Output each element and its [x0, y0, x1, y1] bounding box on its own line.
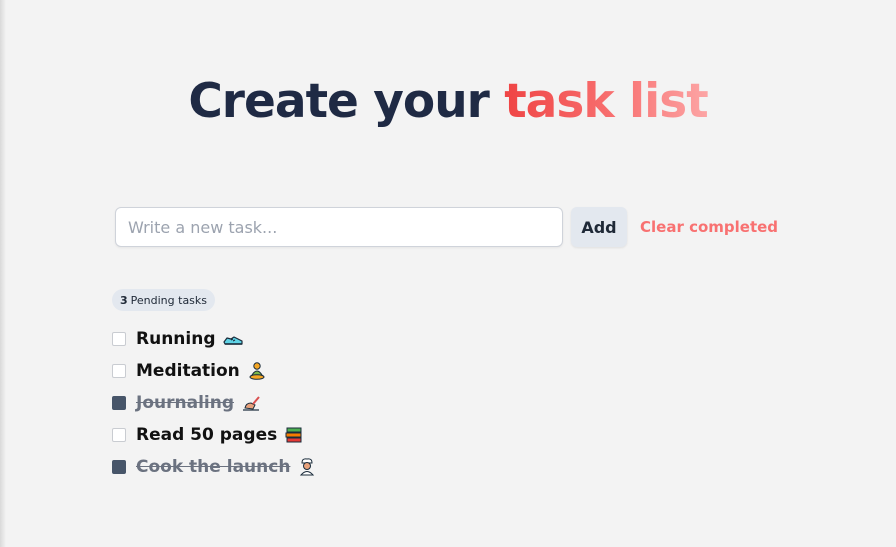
- task-checkbox[interactable]: [112, 396, 126, 410]
- running-shoe-icon: [222, 336, 243, 345]
- pending-label: Pending tasks: [130, 293, 208, 307]
- new-task-input[interactable]: [115, 207, 563, 247]
- task-item: Meditation: [112, 355, 318, 387]
- task-label: Journaling: [136, 393, 234, 413]
- clear-completed-button[interactable]: Clear completed: [640, 218, 778, 236]
- task-list: Running Meditation Journaling Read 50 pa…: [112, 323, 318, 483]
- new-task-form: Add Clear completed: [115, 207, 778, 247]
- cook-icon: [300, 458, 315, 476]
- task-checkbox[interactable]: [112, 428, 126, 442]
- task-item: Cook the launch: [112, 451, 318, 483]
- meditation-icon: [249, 362, 265, 380]
- task-item: Running: [112, 323, 318, 355]
- task-checkbox[interactable]: [112, 364, 126, 378]
- task-checkbox[interactable]: [112, 332, 126, 346]
- title-accent: task list: [504, 74, 708, 129]
- task-label: Meditation: [136, 361, 240, 381]
- task-label: Running: [136, 329, 216, 349]
- add-button[interactable]: Add: [571, 207, 627, 247]
- pending-tasks-badge: 3 Pending tasks: [112, 289, 216, 311]
- writing-hand-icon: [243, 396, 260, 411]
- books-icon: [285, 427, 302, 443]
- task-label: Cook the launch: [136, 457, 291, 477]
- page-title: Create your task list: [0, 74, 896, 129]
- task-item: Read 50 pages: [112, 419, 318, 451]
- pending-count: 3: [120, 293, 128, 307]
- task-label: Read 50 pages: [136, 425, 278, 445]
- task-checkbox[interactable]: [112, 460, 126, 474]
- task-item: Journaling: [112, 387, 318, 419]
- title-main: Create your: [188, 74, 505, 129]
- app-frame: Create your task list Add Clear complete…: [0, 0, 896, 547]
